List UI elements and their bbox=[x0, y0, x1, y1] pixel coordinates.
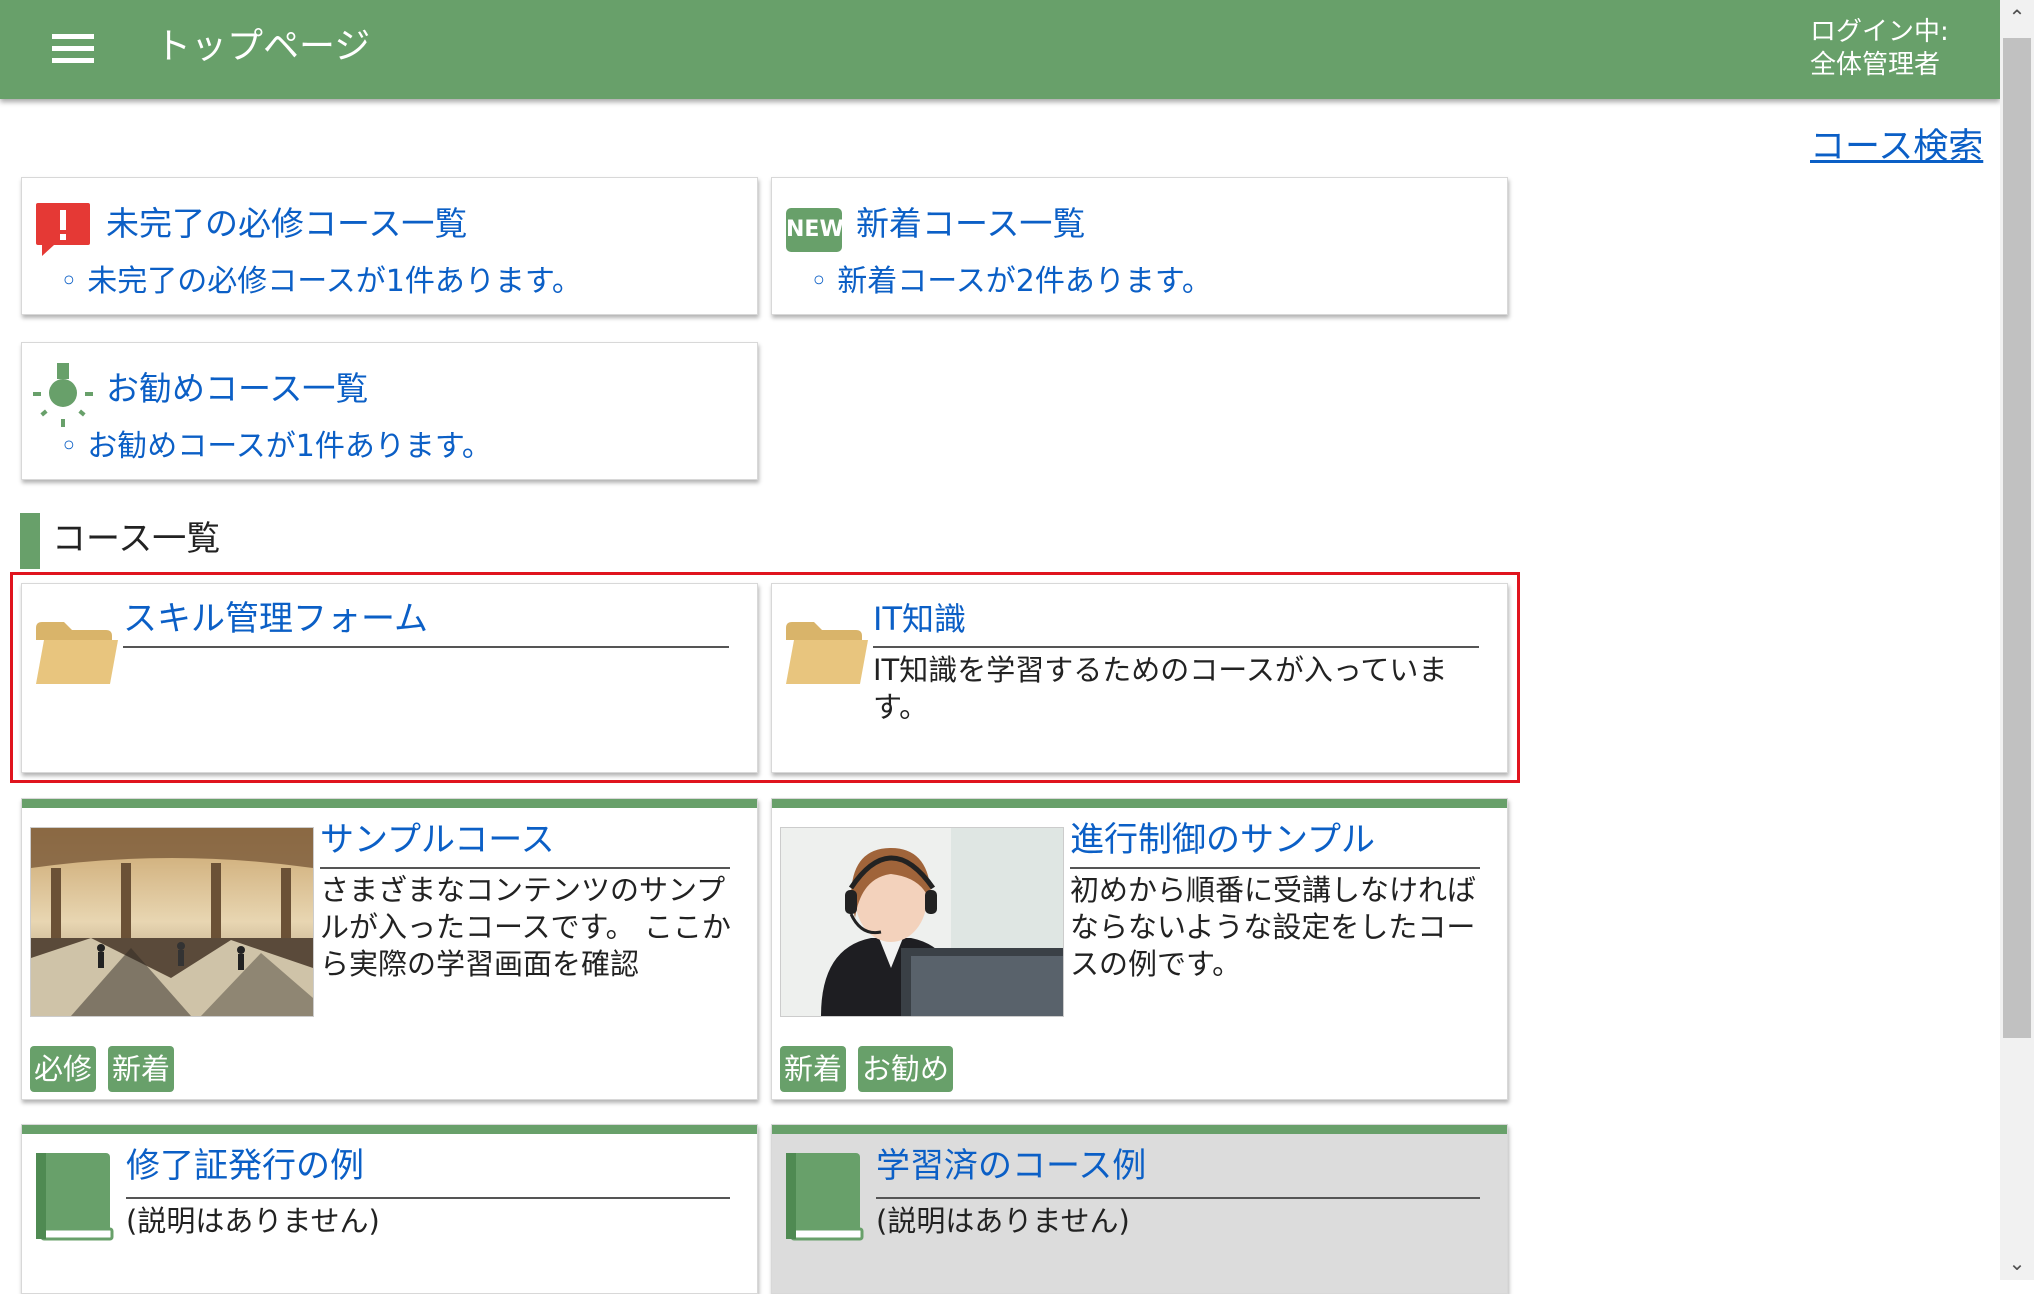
tag-new: 新着 bbox=[108, 1046, 175, 1092]
title-divider bbox=[320, 867, 730, 869]
folder-description: IT知識を学習するためのコースが入っています。 bbox=[873, 653, 1448, 724]
required-courses-card[interactable]: 未完了の必修コース一覧 ◦ 未完了の必修コースが1件あります。 bbox=[21, 177, 758, 315]
title-divider bbox=[123, 646, 729, 648]
tag-required: 必修 bbox=[30, 1046, 97, 1092]
folder-icon bbox=[36, 622, 118, 684]
card-top-bar bbox=[772, 1125, 1507, 1134]
course-card-progress-control[interactable]: 進行制御のサンプル 初めから順番に受講しなければならないような設定をしたコースの… bbox=[771, 798, 1508, 1100]
page-title: トップページ bbox=[155, 26, 371, 67]
scroll-up-icon[interactable]: ⌃ bbox=[2000, 0, 2034, 34]
recommended-courses-text[interactable]: ◦ お勧めコースが1件あります。 bbox=[60, 429, 492, 465]
scrollbar[interactable]: ⌃ ⌄ bbox=[2000, 0, 2034, 1280]
course-description: さまざまなコンテンツのサンプルが入ったコースです。 ここから実際の学習画面を確認 bbox=[320, 873, 731, 981]
scrollbar-thumb[interactable] bbox=[2003, 38, 2031, 1038]
new-courses-count-text: 新着コースが2件あります。 bbox=[837, 264, 1212, 299]
section-title: コース一覧 bbox=[52, 519, 221, 559]
course-card-completed[interactable]: 学習済のコース例 (説明はありません) bbox=[771, 1124, 1508, 1294]
folder-title[interactable]: IT知識 bbox=[873, 598, 966, 640]
recommended-courses-card[interactable]: お勧めコース一覧 ◦ お勧めコースが1件あります。 bbox=[21, 342, 758, 480]
course-description: (説明はありません) bbox=[126, 1204, 380, 1238]
bulb-icon bbox=[33, 363, 93, 427]
book-icon bbox=[786, 1153, 864, 1241]
new-courses-title[interactable]: 新着コース一覧 bbox=[856, 204, 1085, 244]
login-label: ログイン中: bbox=[1810, 17, 1949, 47]
card-top-bar bbox=[772, 799, 1507, 808]
course-thumbnail-station[interactable] bbox=[30, 827, 314, 1017]
course-thumbnail-operator[interactable] bbox=[780, 827, 1064, 1017]
recommended-courses-title[interactable]: お勧めコース一覧 bbox=[106, 369, 368, 409]
required-courses-title[interactable]: 未完了の必修コース一覧 bbox=[106, 204, 467, 244]
book-icon bbox=[36, 1153, 114, 1241]
folder-card-skill[interactable]: スキル管理フォーム bbox=[21, 583, 758, 773]
course-title[interactable]: サンプルコース bbox=[320, 819, 555, 861]
tag-new: 新着 bbox=[780, 1046, 847, 1092]
hamburger-menu-icon[interactable] bbox=[52, 34, 94, 64]
title-divider bbox=[873, 646, 1479, 648]
app-header: トップページ ログイン中: 全体管理者 bbox=[0, 0, 2000, 99]
new-icon: NEW bbox=[786, 208, 844, 252]
folder-title[interactable]: スキル管理フォーム bbox=[123, 598, 428, 640]
new-courses-card[interactable]: NEW 新着コース一覧 ◦ 新着コースが2件あります。 bbox=[771, 177, 1508, 315]
course-search-link[interactable]: コース検索 bbox=[1810, 118, 1983, 169]
title-divider bbox=[1070, 867, 1480, 869]
scroll-down-icon[interactable]: ⌄ bbox=[2000, 1246, 2034, 1280]
course-card-sample[interactable]: サンプルコース さまざまなコンテンツのサンプルが入ったコースです。 ここから実際… bbox=[21, 798, 758, 1100]
folder-icon bbox=[786, 622, 868, 684]
alert-icon bbox=[36, 203, 90, 256]
course-title[interactable]: 進行制御のサンプル bbox=[1070, 819, 1375, 861]
course-description: 初めから順番に受講しなければならないような設定をしたコースの例です。 bbox=[1070, 873, 1477, 981]
course-card-certificate[interactable]: 修了証発行の例 (説明はありません) bbox=[21, 1124, 758, 1294]
card-top-bar bbox=[22, 799, 757, 808]
title-divider bbox=[126, 1197, 730, 1199]
tag-recommended: お勧め bbox=[858, 1046, 954, 1092]
course-title[interactable]: 修了証発行の例 bbox=[126, 1145, 364, 1187]
required-courses-text[interactable]: ◦ 未完了の必修コースが1件あります。 bbox=[60, 264, 582, 300]
folder-card-it[interactable]: IT知識 IT知識を学習するためのコースが入っています。 bbox=[771, 583, 1508, 773]
course-description: (説明はありません) bbox=[876, 1204, 1130, 1238]
title-divider bbox=[876, 1197, 1480, 1199]
card-top-bar bbox=[22, 1125, 757, 1134]
course-title[interactable]: 学習済のコース例 bbox=[876, 1145, 1146, 1187]
login-info: ログイン中: 全体管理者 bbox=[1810, 16, 1949, 82]
section-marker bbox=[20, 513, 40, 569]
recommended-courses-count-text: お勧めコースが1件あります。 bbox=[87, 429, 492, 464]
new-courses-text[interactable]: ◦ 新着コースが2件あります。 bbox=[810, 264, 1212, 300]
required-courses-count-text: 未完了の必修コースが1件あります。 bbox=[87, 264, 582, 299]
login-user: 全体管理者 bbox=[1810, 50, 1941, 80]
